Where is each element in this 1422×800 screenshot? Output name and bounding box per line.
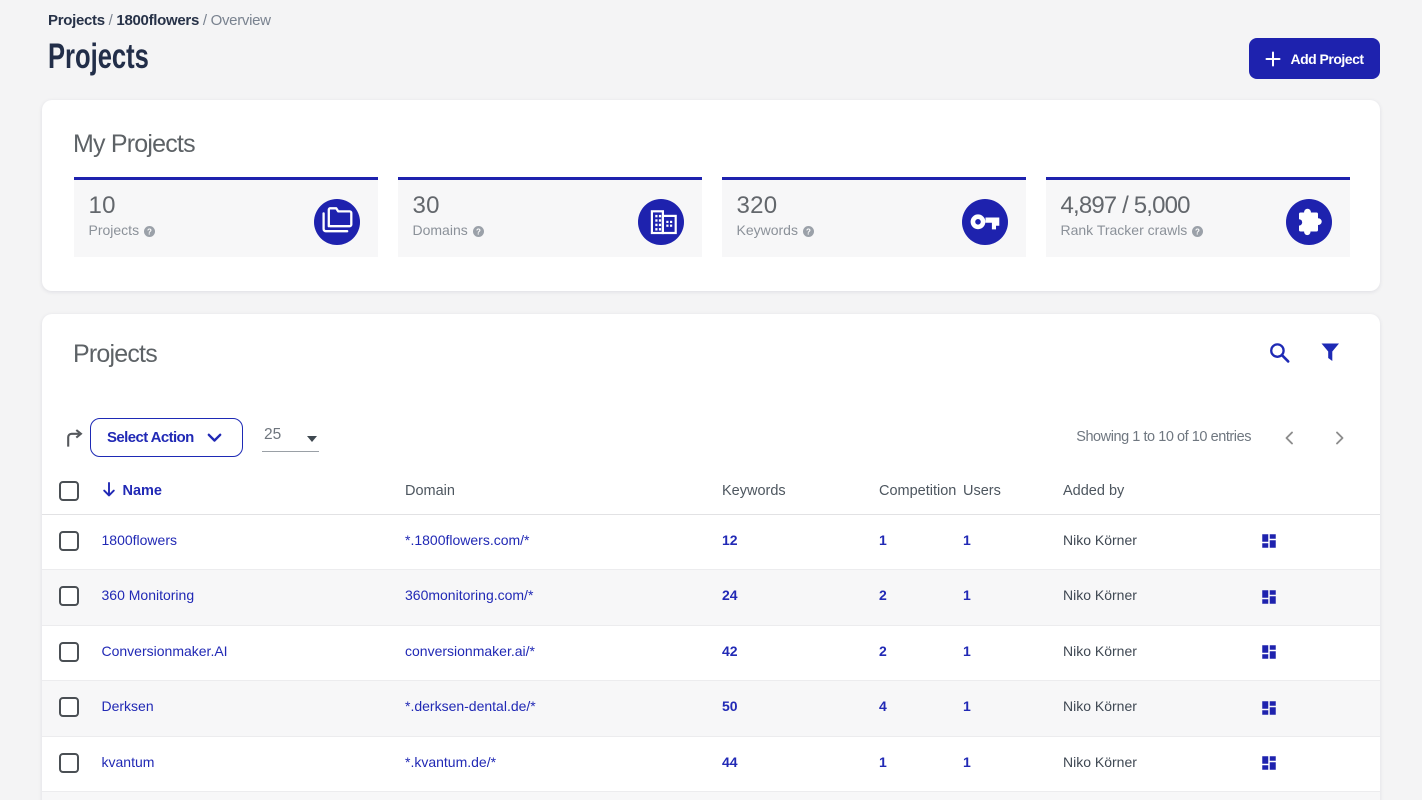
svg-text:?: ? <box>476 227 481 236</box>
svg-text:?: ? <box>1195 227 1200 236</box>
svg-text:?: ? <box>806 227 811 236</box>
svg-text:?: ? <box>147 227 152 236</box>
